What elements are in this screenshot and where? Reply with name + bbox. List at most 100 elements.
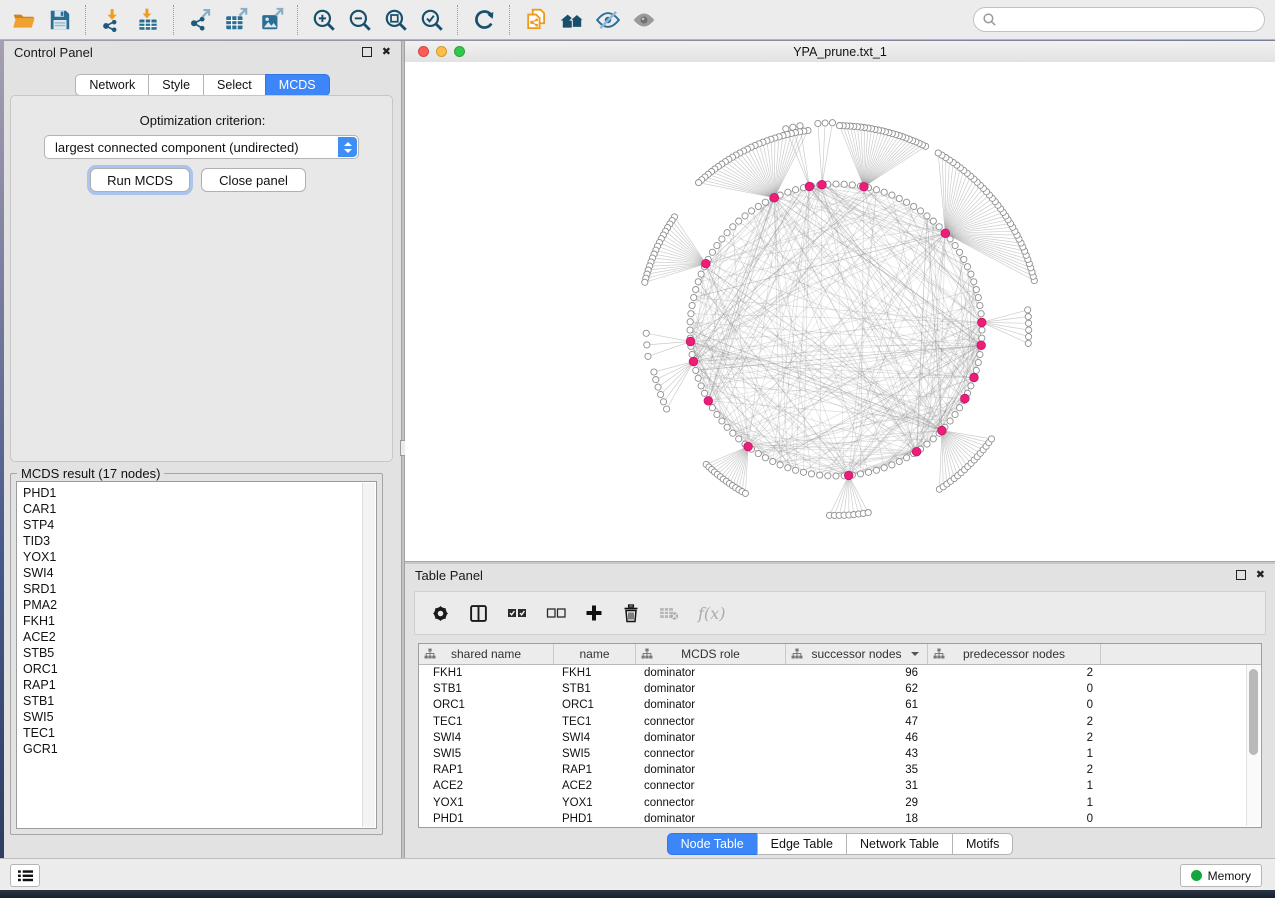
graph-node[interactable] (719, 236, 725, 242)
graph-node[interactable] (1026, 327, 1032, 333)
graph-node[interactable] (849, 182, 855, 188)
column-header-successor-nodes[interactable]: successor nodes (786, 644, 928, 664)
import-network-icon[interactable] (94, 3, 130, 37)
graph-node[interactable] (952, 411, 958, 417)
graph-node[interactable] (709, 249, 715, 255)
graph-node[interactable] (664, 406, 670, 412)
float-table-panel-icon[interactable] (1236, 570, 1246, 580)
graph-node[interactable] (687, 319, 693, 325)
graph-node[interactable] (833, 181, 839, 187)
table-row[interactable]: RAP1RAP1dominator352 (419, 762, 1261, 778)
graph-node[interactable] (896, 195, 902, 201)
graph-hub-node[interactable] (938, 426, 947, 435)
graph-node[interactable] (785, 465, 791, 471)
tab-node-table[interactable]: Node Table (667, 833, 758, 855)
graph-node[interactable] (977, 351, 983, 357)
graph-node[interactable] (815, 120, 821, 126)
select-all-icon[interactable] (507, 606, 527, 620)
open-session-icon[interactable] (6, 3, 42, 37)
graph-node[interactable] (964, 264, 970, 270)
graph-node[interactable] (643, 330, 649, 336)
graph-node[interactable] (736, 436, 742, 442)
graph-node[interactable] (762, 199, 768, 205)
graph-node[interactable] (833, 473, 839, 479)
graph-node[interactable] (865, 469, 871, 475)
clone-network-icon[interactable] (518, 3, 554, 37)
graph-node[interactable] (691, 294, 697, 300)
graph-node[interactable] (785, 189, 791, 195)
graph-node[interactable] (904, 455, 910, 461)
graph-node[interactable] (917, 208, 923, 214)
graph-hub-node[interactable] (702, 259, 711, 268)
graph-node[interactable] (793, 187, 799, 193)
graph-node[interactable] (742, 213, 748, 219)
graph-node[interactable] (800, 469, 806, 475)
graph-node[interactable] (924, 213, 930, 219)
graph-node[interactable] (971, 279, 977, 285)
network-canvas[interactable] (405, 62, 1275, 561)
add-column-icon[interactable] (585, 604, 603, 622)
zoom-fit-icon[interactable] (378, 3, 414, 37)
tab-mcds[interactable]: MCDS (265, 74, 330, 96)
mcds-list-scrollbar[interactable] (362, 483, 375, 827)
graph-node[interactable] (896, 458, 902, 464)
graph-node[interactable] (762, 455, 768, 461)
mcds-result-item[interactable]: ACE2 (23, 629, 376, 645)
graph-node[interactable] (695, 279, 701, 285)
graph-node[interactable] (873, 187, 879, 193)
table-row[interactable]: YOX1YOX1connector291 (419, 795, 1261, 811)
graph-node[interactable] (817, 472, 823, 478)
graph-node[interactable] (924, 441, 930, 447)
table-row[interactable]: TEC1TEC1connector472 (419, 714, 1261, 730)
criterion-select[interactable]: largest connected component (undirected) (44, 135, 359, 159)
graph-node[interactable] (755, 203, 761, 209)
graph-node[interactable] (770, 458, 776, 464)
table-row[interactable]: STB1STB1dominator620 (419, 681, 1261, 697)
graph-node[interactable] (930, 218, 936, 224)
graph-node[interactable] (689, 351, 695, 357)
graph-hub-node[interactable] (912, 447, 921, 456)
graph-node[interactable] (709, 405, 715, 411)
graph-node[interactable] (696, 180, 702, 186)
mcds-result-item[interactable]: PMA2 (23, 597, 376, 613)
export-network-icon[interactable] (182, 3, 218, 37)
graph-node[interactable] (889, 192, 895, 198)
mcds-result-item[interactable]: TID3 (23, 533, 376, 549)
graph-node[interactable] (968, 383, 974, 389)
graph-node[interactable] (724, 424, 730, 430)
graph-node[interactable] (730, 430, 736, 436)
graph-node[interactable] (973, 367, 979, 373)
graph-node[interactable] (957, 405, 963, 411)
graph-node[interactable] (857, 471, 863, 477)
graph-node[interactable] (825, 473, 831, 479)
close-panel-icon[interactable]: ✖ (382, 47, 391, 58)
graph-hub-node[interactable] (818, 180, 827, 189)
graph-node[interactable] (693, 287, 699, 293)
graph-node[interactable] (793, 467, 799, 473)
mcds-result-item[interactable]: STP4 (23, 517, 376, 533)
graph-hub-node[interactable] (686, 337, 695, 346)
graph-node[interactable] (1025, 314, 1031, 320)
graph-node[interactable] (653, 377, 659, 383)
graph-hub-node[interactable] (744, 442, 753, 451)
graph-node[interactable] (930, 436, 936, 442)
mcds-result-item[interactable]: STB5 (23, 645, 376, 661)
graph-node[interactable] (719, 418, 725, 424)
graph-node[interactable] (1025, 340, 1031, 346)
graph-hub-node[interactable] (941, 229, 950, 238)
graph-node[interactable] (936, 224, 942, 230)
graph-node[interactable] (689, 302, 695, 308)
tab-network[interactable]: Network (75, 74, 149, 96)
mcds-result-item[interactable]: SRD1 (23, 581, 376, 597)
maximize-traffic-light[interactable] (454, 46, 465, 57)
graph-node[interactable] (988, 436, 994, 442)
mcds-result-item[interactable]: PHD1 (23, 485, 376, 501)
graph-hub-node[interactable] (704, 397, 713, 406)
graph-node[interactable] (724, 230, 730, 236)
deselect-all-icon[interactable] (546, 606, 566, 620)
graph-node[interactable] (698, 271, 704, 277)
tab-select[interactable]: Select (203, 74, 266, 96)
mcds-result-item[interactable]: GCR1 (23, 741, 376, 757)
graph-node[interactable] (975, 359, 981, 365)
minimize-traffic-light[interactable] (436, 46, 447, 57)
